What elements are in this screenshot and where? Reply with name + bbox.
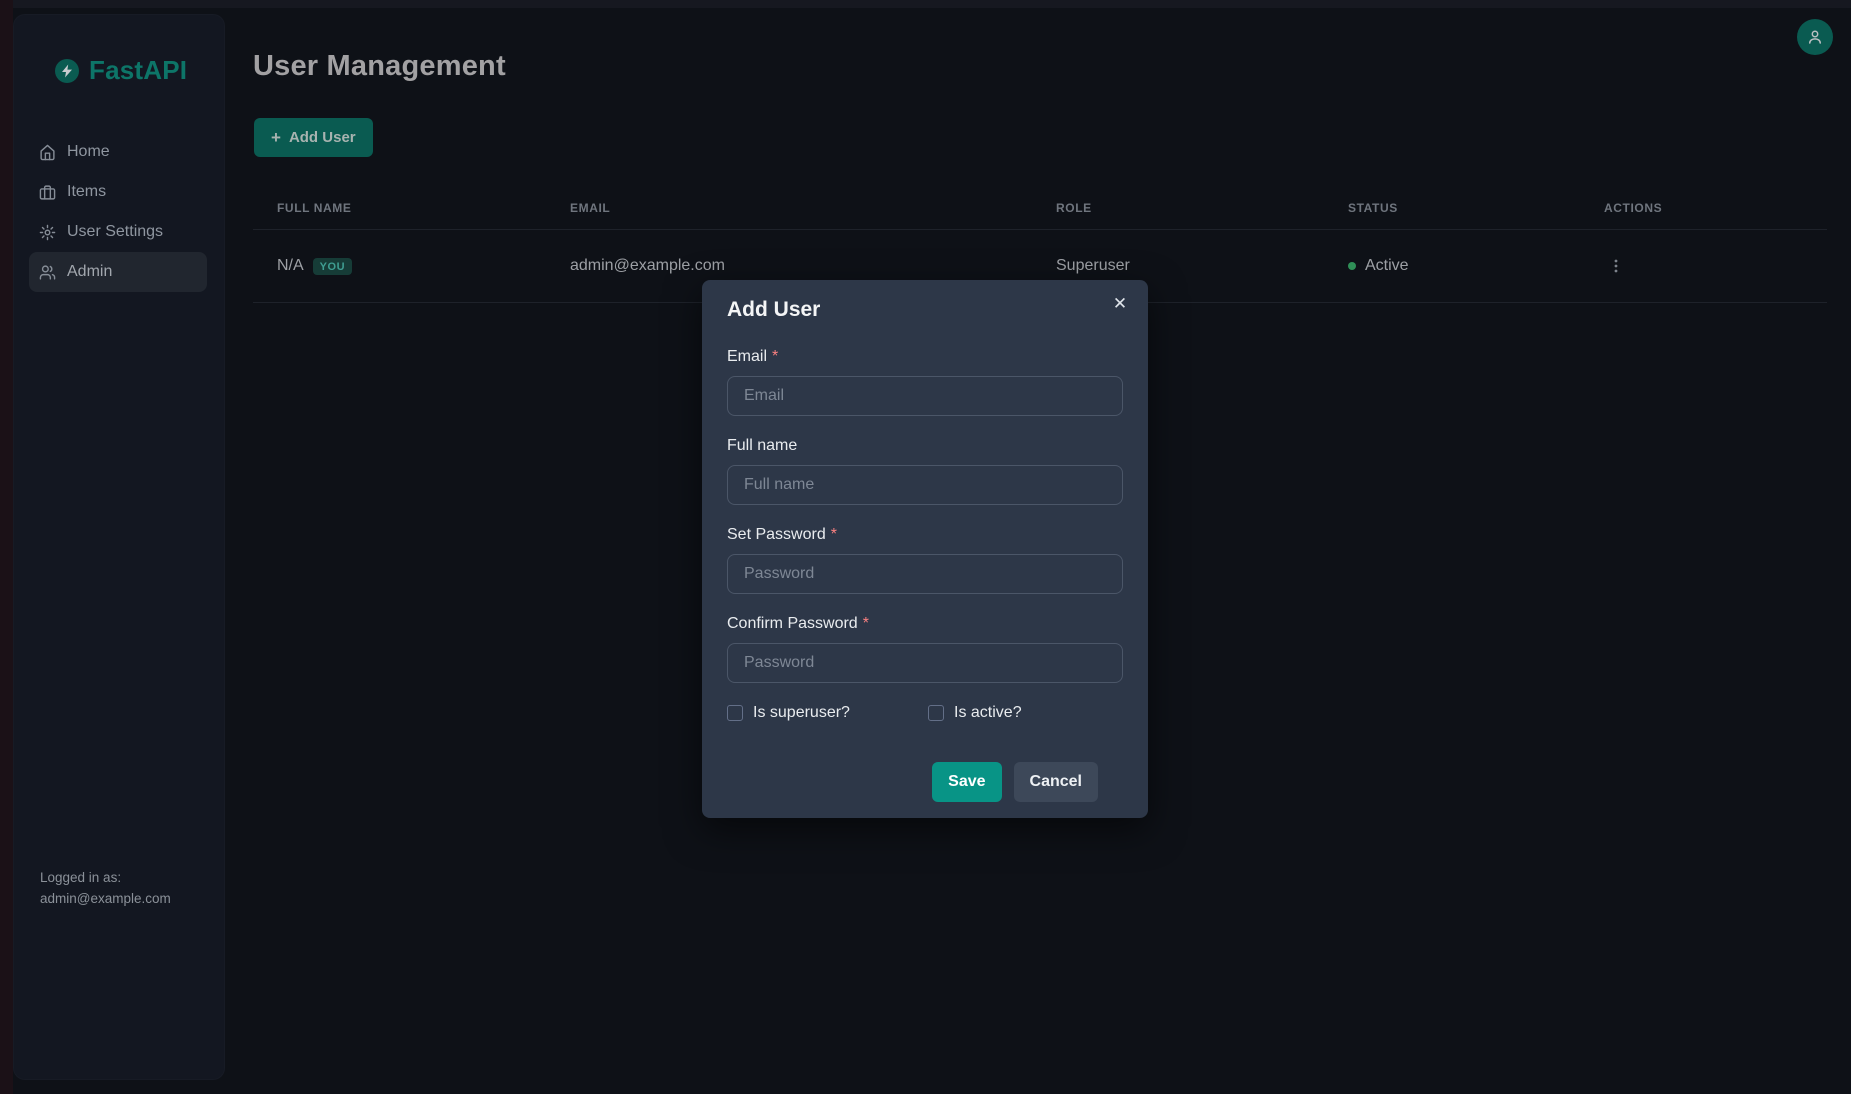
sidebar-item-label: Admin (67, 263, 112, 281)
sidebar-item-user-settings[interactable]: User Settings (29, 212, 207, 252)
email-input[interactable] (727, 376, 1123, 416)
cell-role: Superuser (1032, 257, 1324, 275)
gear-icon (39, 224, 56, 241)
confirm-password-label: Confirm Password* (727, 615, 1123, 635)
row-actions-menu-button[interactable] (1604, 254, 1628, 278)
cell-full-name: N/A YOU (253, 257, 546, 275)
add-user-label: Add User (289, 129, 356, 146)
sidebar-item-label: User Settings (67, 223, 163, 241)
is-superuser-label: Is superuser? (753, 704, 850, 722)
plus-icon: + (271, 129, 281, 146)
users-icon (39, 264, 56, 281)
checkbox-box-icon (727, 705, 743, 721)
sidebar-item-items[interactable]: Items (29, 172, 207, 212)
column-header-actions: Actions (1580, 201, 1827, 215)
sidebar: FastAPI Home Items User Settings Admin (13, 14, 225, 1080)
brand-name: FastAPI (89, 55, 187, 86)
window-left-edge (0, 0, 13, 1094)
full-name-label: Full name (727, 437, 1123, 457)
field-email: Email* (727, 348, 1123, 416)
sidebar-item-home[interactable]: Home (29, 132, 207, 172)
full-name-input[interactable] (727, 465, 1123, 505)
full-name-value: N/A (277, 257, 304, 275)
modal-title: Add User (727, 298, 1123, 322)
logged-in-email: admin@example.com (40, 888, 171, 909)
column-header-email: Email (546, 201, 1032, 215)
modal-footer: Save Cancel (727, 762, 1123, 802)
cell-status: Active (1324, 257, 1580, 275)
checkbox-box-icon (928, 705, 944, 721)
column-header-role: Role (1032, 201, 1324, 215)
you-badge: YOU (313, 258, 352, 275)
set-password-label: Set Password* (727, 526, 1123, 546)
table-header-row: Full name Email Role Status Actions (253, 186, 1827, 230)
required-asterisk: * (863, 615, 869, 632)
sidebar-item-label: Home (67, 143, 110, 161)
column-header-full-name: Full name (253, 201, 546, 215)
set-password-input[interactable] (727, 554, 1123, 594)
cancel-button[interactable]: Cancel (1014, 762, 1098, 802)
logged-in-info: Logged in as: admin@example.com (40, 867, 171, 909)
is-superuser-checkbox[interactable]: Is superuser? (727, 704, 928, 722)
modal-body: Email* Full name Set Password* Confirm P… (702, 322, 1148, 802)
column-header-status: Status (1324, 201, 1580, 215)
field-set-password: Set Password* (727, 526, 1123, 594)
brand-logo[interactable]: FastAPI (55, 55, 224, 86)
kebab-icon (1608, 258, 1624, 274)
field-full-name: Full name (727, 437, 1123, 505)
logged-in-label: Logged in as: (40, 867, 171, 888)
confirm-password-input[interactable] (727, 643, 1123, 683)
person-icon (1806, 28, 1824, 46)
add-user-modal: Add User ✕ Email* Full name Set Password… (702, 280, 1148, 818)
window-top-edge (0, 0, 1851, 8)
required-asterisk: * (772, 348, 778, 365)
is-active-checkbox[interactable]: Is active? (928, 704, 1022, 722)
sidebar-nav: Home Items User Settings Admin (14, 132, 224, 292)
cell-actions (1580, 254, 1827, 278)
status-value: Active (1365, 257, 1409, 275)
sidebar-item-admin[interactable]: Admin (29, 252, 207, 292)
home-icon (39, 144, 56, 161)
modal-checkboxes: Is superuser? Is active? (727, 704, 1123, 722)
page-title: User Management (253, 50, 506, 83)
field-confirm-password: Confirm Password* (727, 615, 1123, 683)
fastapi-logo-icon (55, 59, 79, 83)
modal-header: Add User ✕ (702, 280, 1148, 322)
status-active-dot (1348, 262, 1356, 270)
save-button[interactable]: Save (932, 762, 1001, 802)
is-active-label: Is active? (954, 704, 1022, 722)
briefcase-icon (39, 184, 56, 201)
user-menu-button[interactable] (1797, 19, 1833, 55)
email-label: Email* (727, 348, 1123, 368)
close-icon[interactable]: ✕ (1104, 288, 1136, 320)
cell-email: admin@example.com (546, 257, 1032, 275)
sidebar-item-label: Items (67, 183, 106, 201)
add-user-button[interactable]: + Add User (254, 118, 373, 157)
required-asterisk: * (831, 526, 837, 543)
